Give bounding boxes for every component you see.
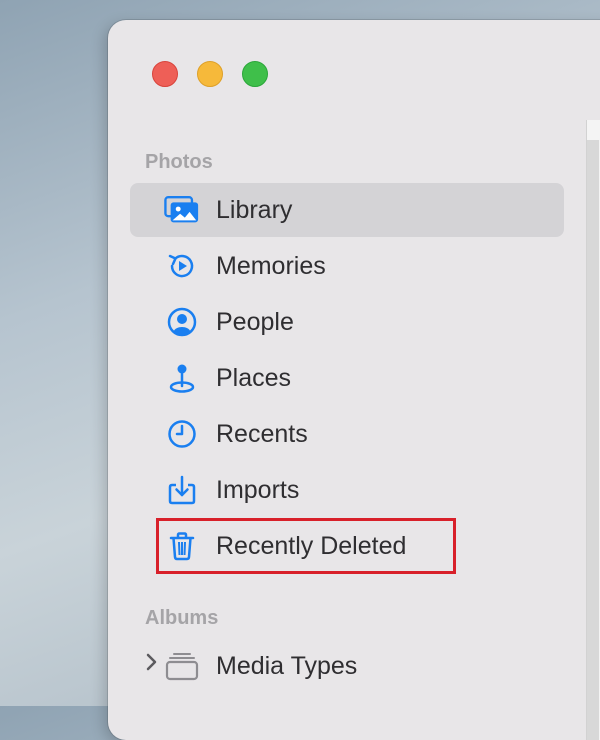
- folder-stack-icon: [164, 648, 200, 684]
- sidebar-item-label: Imports: [216, 475, 300, 504]
- sidebar-item-places[interactable]: Places: [130, 351, 564, 405]
- photos-window: Photos Library Memories People Places Re…: [108, 20, 600, 740]
- zoom-button[interactable]: [242, 61, 268, 87]
- content-pane-edge: [587, 140, 599, 740]
- sidebar-item-label: Memories: [216, 251, 326, 280]
- sidebar-item-label: Places: [216, 363, 292, 392]
- highlight-box: [156, 518, 456, 574]
- library-icon: [164, 192, 200, 228]
- places-icon: [164, 360, 200, 396]
- minimize-button[interactable]: [197, 61, 223, 87]
- memories-icon: [164, 248, 200, 284]
- sidebar-item-label: Media Types: [216, 651, 358, 680]
- recents-icon: [164, 416, 200, 452]
- sidebar-item-label: People: [216, 307, 294, 336]
- section-header-albums: Albums: [145, 607, 219, 629]
- sidebar-item-recents[interactable]: Recents: [130, 407, 564, 461]
- sidebar-item-imports[interactable]: Imports: [130, 463, 564, 517]
- imports-icon: [164, 472, 200, 508]
- content-pane: [586, 120, 600, 740]
- close-button[interactable]: [152, 61, 178, 87]
- sidebar-item-memories[interactable]: Memories: [130, 239, 564, 293]
- sidebar-item-media-types[interactable]: Media Types: [130, 639, 564, 693]
- sidebar-item-label: Library: [216, 195, 293, 224]
- sidebar-item-label: Recents: [216, 419, 308, 448]
- people-icon: [164, 304, 200, 340]
- sidebar-item-library[interactable]: Library: [130, 183, 564, 237]
- sidebar-item-people[interactable]: People: [130, 295, 564, 349]
- section-header-photos: Photos: [145, 151, 213, 173]
